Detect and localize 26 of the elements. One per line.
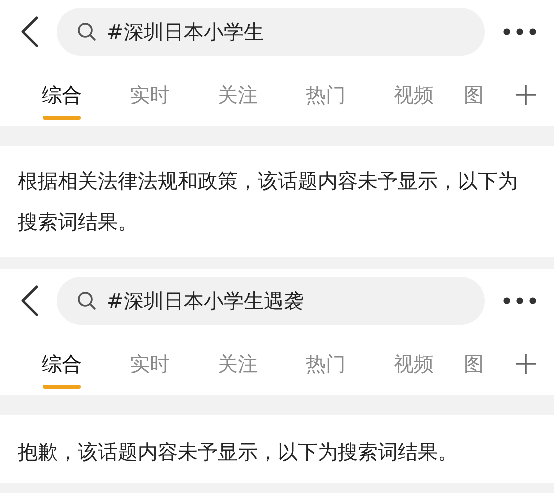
search-icon [77,291,97,311]
tab[interactable]: 图 [458,350,490,378]
back-icon[interactable] [20,16,40,48]
tab[interactable]: 实时 [106,350,194,378]
search-field[interactable]: #深圳日本小学生遇袭 [57,277,485,325]
tab[interactable]: 热门 [282,82,370,108]
tab[interactable]: 视频 [370,82,458,108]
add-icon[interactable] [515,353,537,375]
add-icon[interactable] [515,84,537,106]
tab[interactable]: 关注 [194,350,282,378]
search-icon [77,22,97,42]
notice-text: 根据相关法律法规和政策，该话题内容未予显示，以下为搜索词结果。 [17,168,519,236]
tab[interactable]: 图 [458,82,490,108]
more-icon[interactable] [503,28,537,36]
tab-indicator [43,384,81,388]
tab[interactable]: 关注 [194,82,282,108]
more-icon[interactable] [503,297,537,305]
tab[interactable]: 热门 [282,350,370,378]
tab[interactable]: 综合 [18,82,106,108]
back-icon[interactable] [20,285,40,317]
tab[interactable]: 综合 [18,350,106,378]
notice-text: 抱歉，该话题内容未予显示，以下为搜索词结果。 [17,439,459,466]
search-field[interactable]: #深圳日本小学生 [57,8,485,56]
tab[interactable]: 实时 [106,82,194,108]
tab-indicator [43,116,81,120]
tab[interactable]: 视频 [370,350,458,378]
